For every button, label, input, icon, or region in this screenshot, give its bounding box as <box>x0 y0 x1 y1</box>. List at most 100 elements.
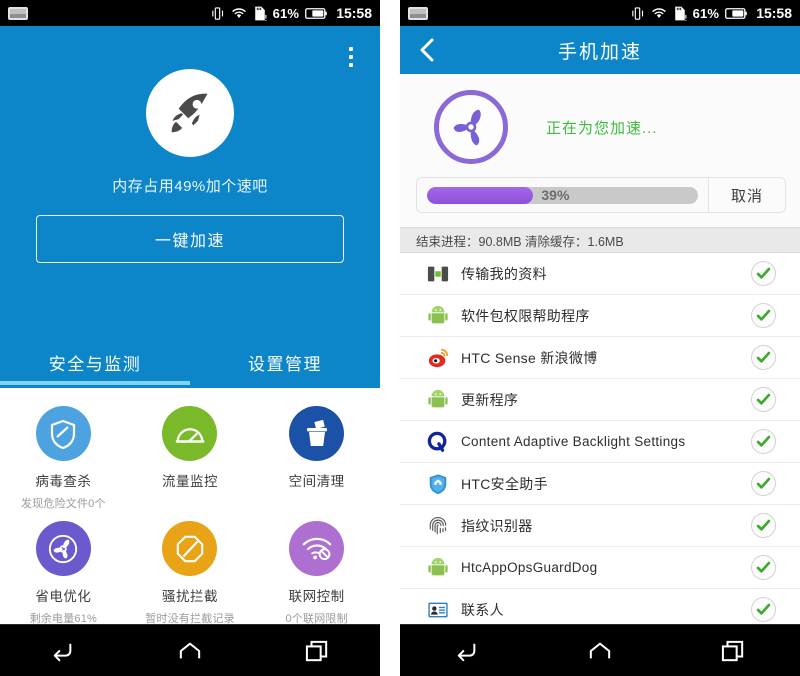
htc-shield-icon <box>426 472 450 496</box>
status-bar-clock: 15:58 <box>756 5 792 21</box>
gauge-icon <box>162 406 218 461</box>
app-list-row[interactable]: HTC Sense 新浪微博 <box>400 337 800 379</box>
app-list-row[interactable]: 指纹识别器 <box>400 505 800 547</box>
app-name: HTC Sense 新浪微博 <box>461 349 598 366</box>
contacts-icon <box>426 598 450 622</box>
rocket-icon <box>146 69 234 157</box>
tool-space-clean[interactable]: 空间清理 <box>253 402 380 511</box>
status-bar-right-icons: 61% 15:58 <box>630 5 792 21</box>
cancel-button[interactable]: 取消 <box>708 177 786 213</box>
battery-icon <box>725 7 747 20</box>
page-title: 手机加速 <box>557 41 642 63</box>
app-name: HtcAppOpsGuardDog <box>461 560 598 575</box>
left-phone-screen: 61% 15:58 内存占用49%加个速吧 一键加速 安全与监测 设置管理 病毒… <box>0 0 380 676</box>
tool-label: 流量监控 <box>161 474 218 489</box>
tool-label: 病毒查杀 <box>35 474 92 489</box>
one-key-boost-button[interactable]: 一键加速 <box>36 215 344 263</box>
app-checkbox-checked[interactable] <box>751 387 776 412</box>
recents-icon[interactable] <box>703 633 763 669</box>
app-list-row[interactable]: HtcAppOpsGuardDog <box>400 547 800 589</box>
app-name: Content Adaptive Backlight Settings <box>461 434 686 449</box>
app-list-row[interactable]: 传输我的资料 <box>400 253 800 295</box>
tool-battery-saver[interactable]: 省电优化 剩余电量61% <box>0 517 127 626</box>
shield-icon <box>35 406 91 461</box>
keyboard-icon <box>408 6 428 20</box>
boost-hero-panel: 内存占用49%加个速吧 一键加速 <box>0 26 380 339</box>
tool-traffic-monitor[interactable]: 流量监控 <box>127 402 254 511</box>
trash-icon <box>289 406 345 461</box>
app-checkbox-checked[interactable] <box>751 471 776 496</box>
tab-security-monitor[interactable]: 安全与监测 <box>0 339 190 385</box>
app-checkbox-checked[interactable] <box>751 513 776 538</box>
status-bar-right: 61% 15:58 <box>400 0 800 26</box>
android-icon <box>426 304 450 328</box>
tool-network-control[interactable]: 联网控制 0个联网限制 <box>253 517 380 626</box>
progress-panel: 正在为您加速... 39% 取消 <box>400 74 800 227</box>
fan-icon <box>35 521 91 576</box>
app-name: 传输我的资料 <box>461 265 547 282</box>
tool-harassment-block[interactable]: 骚扰拦截 暂时没有拦截记录 <box>127 517 254 626</box>
home-icon[interactable] <box>160 633 220 669</box>
app-checkbox-checked[interactable] <box>751 597 776 622</box>
tools-grid: 病毒查杀 发现危险文件0个 流量监控 空间清理 省电优化 剩余电量61% 骚扰拦… <box>0 388 380 626</box>
app-list-row[interactable]: 软件包权限帮助程序 <box>400 295 800 337</box>
sd-card-warning-icon <box>673 6 687 21</box>
keyboard-icon <box>8 6 28 20</box>
app-name: 指纹识别器 <box>461 517 533 534</box>
app-list-row[interactable]: Content Adaptive Backlight Settings <box>400 421 800 463</box>
back-icon[interactable] <box>437 633 497 669</box>
system-nav-bar-right <box>400 624 800 676</box>
recents-icon[interactable] <box>287 633 347 669</box>
progress-percent-label: 39% <box>541 187 570 203</box>
app-name: 软件包权限帮助程序 <box>461 307 590 324</box>
dual-phone-screenshot: 61% 15:58 内存占用49%加个速吧 一键加速 安全与监测 设置管理 病毒… <box>0 0 800 676</box>
progress-row: 39% 取消 <box>400 164 800 227</box>
overflow-menu[interactable] <box>340 42 362 72</box>
app-checkbox-checked[interactable] <box>751 345 776 370</box>
home-icon[interactable] <box>570 633 630 669</box>
android-icon <box>426 556 450 580</box>
tool-virus-scan[interactable]: 病毒查杀 发现危险文件0个 <box>0 402 127 511</box>
fan-icon <box>434 90 508 164</box>
status-bar-left: 61% 15:58 <box>0 0 380 26</box>
summary-bar: 结束进程：90.8MB 清除缓存：1.6MB <box>400 227 800 253</box>
wifi-icon <box>231 6 247 20</box>
qualcomm-icon <box>426 430 450 454</box>
boost-progress-page: 正在为您加速... 39% 取消 结束进程：90.8MB 清除缓存：1.6MB … <box>400 74 800 631</box>
battery-percent: 61% <box>272 5 300 21</box>
app-checkbox-checked[interactable] <box>751 429 776 454</box>
fan-status-row: 正在为您加速... <box>400 84 800 164</box>
status-bar-right-icons: 61% 15:58 <box>210 5 372 21</box>
tool-label: 空间清理 <box>288 474 345 489</box>
app-list-row[interactable]: HTC安全助手 <box>400 463 800 505</box>
fingerprint-icon <box>426 514 450 538</box>
progress-bar-fill <box>427 186 533 204</box>
vibrate-icon <box>210 6 225 21</box>
app-checkbox-checked[interactable] <box>751 555 776 580</box>
transfer-icon <box>426 262 450 286</box>
app-name: 更新程序 <box>461 391 519 408</box>
sd-card-warning-icon <box>253 6 267 21</box>
android-icon <box>426 388 450 412</box>
app-name: HTC安全助手 <box>461 475 548 492</box>
status-bar-left-icons <box>408 6 428 20</box>
back-icon[interactable] <box>33 633 93 669</box>
wifi-icon <box>651 6 667 20</box>
tool-label: 联网控制 <box>288 589 345 604</box>
wifi-block-icon <box>289 521 345 576</box>
app-checkbox-checked[interactable] <box>751 303 776 328</box>
back-chevron-icon[interactable] <box>400 26 454 74</box>
right-phone-screen: 61% 15:58 手机加速 正在为您加速... 39% 取消 结束进程：90.… <box>400 0 800 676</box>
system-nav-bar-left <box>0 624 380 676</box>
memory-hint-text: 内存占用49%加个速吧 <box>112 178 268 195</box>
app-name: 联系人 <box>461 601 504 618</box>
vibrate-icon <box>630 6 645 21</box>
status-bar-left-icons <box>8 6 28 20</box>
tool-label: 省电优化 <box>35 589 92 604</box>
tab-settings-manage[interactable]: 设置管理 <box>190 339 380 385</box>
app-bar: 手机加速 <box>400 26 800 74</box>
tool-label: 骚扰拦截 <box>161 589 218 604</box>
app-checkbox-checked[interactable] <box>751 261 776 286</box>
app-list: 传输我的资料软件包权限帮助程序 HTC Sense 新浪微博 更新程序 Content… <box>400 253 800 631</box>
app-list-row[interactable]: 更新程序 <box>400 379 800 421</box>
